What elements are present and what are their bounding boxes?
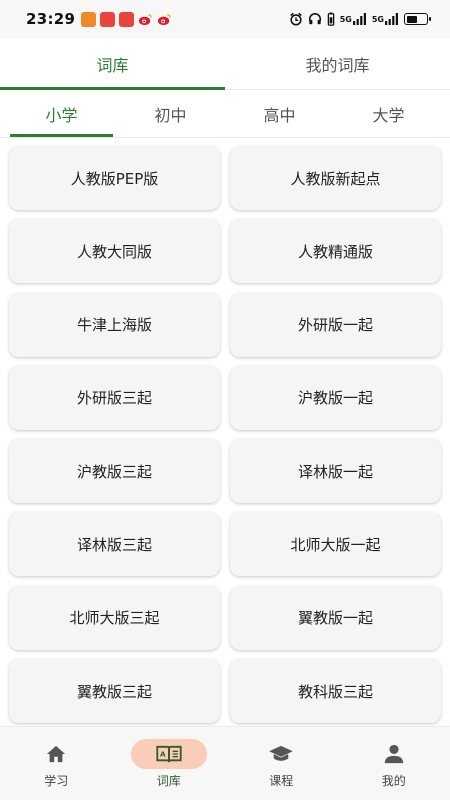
textbook-card[interactable]: 翼教版三起 — [9, 659, 220, 724]
battery-level — [406, 15, 417, 23]
network-type-label: 5G — [339, 14, 352, 24]
alarm-icon — [289, 12, 303, 26]
headphones-icon — [308, 12, 322, 26]
nav-icon-wrap — [243, 739, 319, 769]
textbook-card[interactable]: 译林版三起 — [9, 512, 220, 577]
nav-label: 学习 — [44, 773, 69, 788]
nav-courses[interactable]: 课程 — [225, 727, 338, 800]
weibo-icon — [157, 12, 172, 27]
textbook-card[interactable]: 人教版新起点 — [230, 146, 441, 210]
signal-icon: 5G — [372, 12, 399, 26]
app-icon-red — [100, 11, 116, 27]
signal-icon: 5G — [340, 12, 367, 26]
textbook-card[interactable]: 北师大版一起 — [230, 512, 441, 577]
nav-wordbank[interactable]: A 词库 — [113, 727, 226, 800]
weibo-icon — [138, 12, 153, 27]
bottom-nav: 学习 A 词库 课程 我的 — [0, 726, 450, 800]
book-icon: A — [156, 745, 182, 762]
nav-study[interactable]: 学习 — [0, 727, 113, 800]
battery-saver-icon — [327, 12, 335, 26]
tab-senior-high[interactable]: 高中 — [225, 90, 334, 137]
nav-profile[interactable]: 我的 — [338, 727, 450, 800]
nav-icon-wrap — [18, 739, 94, 769]
app-icon-orange — [81, 11, 97, 27]
textbook-card[interactable]: 人教精通版 — [230, 219, 441, 284]
tab-junior-high[interactable]: 初中 — [116, 90, 225, 137]
system-icons: 5G 5G — [289, 12, 431, 26]
textbook-card[interactable]: 沪教版三起 — [9, 439, 220, 504]
tab-my-wordbank[interactable]: 我的词库 — [225, 38, 450, 89]
textbook-card[interactable]: 外研版三起 — [9, 365, 220, 430]
textbook-card[interactable]: 人教版PEP版 — [9, 146, 220, 210]
network-type-label: 5G — [371, 14, 384, 24]
nav-label: 词库 — [156, 773, 181, 788]
notification-icons — [81, 11, 172, 27]
tab-university[interactable]: 大学 — [334, 90, 443, 137]
textbook-card[interactable]: 人教大同版 — [9, 219, 220, 284]
level-tab-bar: 小学 初中 高中 大学 — [0, 90, 450, 138]
person-icon — [384, 744, 403, 763]
status-time: 23:29 — [26, 10, 76, 28]
textbook-grid: 人教版PEP版 人教版新起点 人教大同版 人教精通版 牛津上海版 外研版一起 外… — [0, 138, 450, 726]
app-icon-red — [119, 11, 135, 27]
battery-icon — [404, 13, 431, 25]
textbook-card[interactable]: 外研版一起 — [230, 292, 441, 357]
graduation-cap-icon — [269, 745, 294, 761]
tab-primary-school[interactable]: 小学 — [7, 90, 116, 137]
nav-label: 我的 — [381, 773, 406, 788]
top-tab-bar: 词库 我的词库 — [0, 38, 450, 90]
textbook-card[interactable]: 翼教版一起 — [230, 585, 441, 650]
textbook-card[interactable]: 沪教版一起 — [230, 365, 441, 430]
nav-icon-wrap: A — [130, 738, 207, 769]
tab-wordbank[interactable]: 词库 — [0, 38, 225, 90]
nav-icon-wrap — [356, 739, 432, 769]
home-icon — [47, 745, 66, 762]
textbook-card[interactable]: 北师大版三起 — [9, 585, 220, 650]
textbook-card[interactable]: 译林版一起 — [230, 439, 441, 504]
textbook-card[interactable]: 教科版三起 — [230, 659, 441, 724]
svg-text:A: A — [160, 749, 166, 758]
nav-label: 课程 — [269, 773, 294, 788]
status-bar: 23:29 5G 5G — [0, 0, 450, 38]
textbook-card[interactable]: 牛津上海版 — [9, 292, 220, 357]
